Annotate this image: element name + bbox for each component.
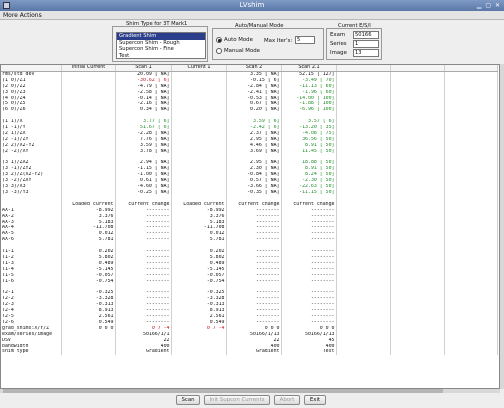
button-bar: Scan Init Supcon Currents Abort Exit	[0, 393, 504, 408]
auto-mode-label: Auto Mode	[224, 37, 253, 43]
table-cell: Gradient	[115, 349, 172, 356]
table-cell	[390, 349, 445, 356]
image-label: Image	[330, 50, 347, 56]
window-title: LVshim	[239, 1, 265, 9]
series-field[interactable]: 1	[353, 40, 379, 48]
max-iter-input[interactable]: 5	[295, 36, 315, 44]
table-cell: shim type	[1, 349, 62, 356]
control-panel: Shim Type for 3T Mark1 Auto/Manual Mode …	[0, 20, 504, 64]
auto-mode-radio[interactable]: Auto Mode	[216, 37, 253, 43]
scan-button[interactable]: Scan	[176, 395, 200, 405]
shim-type-option[interactable]: Gradient Shim	[117, 33, 205, 40]
abort-button[interactable]: Abort	[274, 395, 300, 405]
mode-group	[212, 28, 324, 60]
menu-more-actions[interactable]: More Actions	[3, 12, 42, 19]
shim-type-option[interactable]: Supercon Shim - Fine	[117, 46, 205, 53]
results-table-container: Initial Current Scan 1 Current 1 Scan 2 Scan…	[0, 64, 500, 389]
radio-unselected-icon	[216, 48, 222, 54]
table-cell	[61, 349, 116, 356]
menu-bar: More Actions	[0, 11, 504, 20]
vertical-scrollbar[interactable]	[500, 64, 504, 389]
results-table: Initial Current Scan 1 Current 1 Scan 2 Scan…	[1, 65, 498, 356]
shim-type-option[interactable]: Test	[117, 53, 205, 60]
window-controls-icon[interactable]: ▁ ▢ ✕	[477, 2, 501, 9]
table-cell: Test	[281, 349, 337, 356]
init-supcon-currents-button[interactable]: Init Supcon Currents	[204, 395, 270, 405]
table-cell: Gradient	[226, 349, 282, 356]
table-cell	[336, 349, 391, 356]
manual-mode-radio[interactable]: Manual Mode	[216, 48, 260, 54]
exam-label: Exam	[330, 32, 346, 38]
radio-selected-icon	[216, 37, 222, 43]
table-cell	[444, 349, 498, 356]
table-row: shim type Gradient Gradient Test	[1, 349, 498, 356]
table-cell	[171, 349, 227, 356]
exit-button[interactable]: Exit	[304, 395, 326, 405]
shim-type-option[interactable]: Supercon Shim - Rough	[117, 40, 205, 47]
exam-field[interactable]: 50166	[353, 31, 379, 39]
title-bar: LVshim ▁ ▢ ✕	[0, 0, 504, 11]
shim-type-list[interactable]: Gradient Shim Supercon Shim - Rough Superc…	[116, 32, 206, 59]
image-field[interactable]: 13	[353, 49, 379, 57]
window-menu-icon[interactable]	[3, 2, 10, 9]
manual-mode-label: Manual Mode	[224, 48, 260, 54]
series-label: Series	[330, 41, 347, 47]
max-iter-label: Max Iter's:	[264, 38, 293, 44]
